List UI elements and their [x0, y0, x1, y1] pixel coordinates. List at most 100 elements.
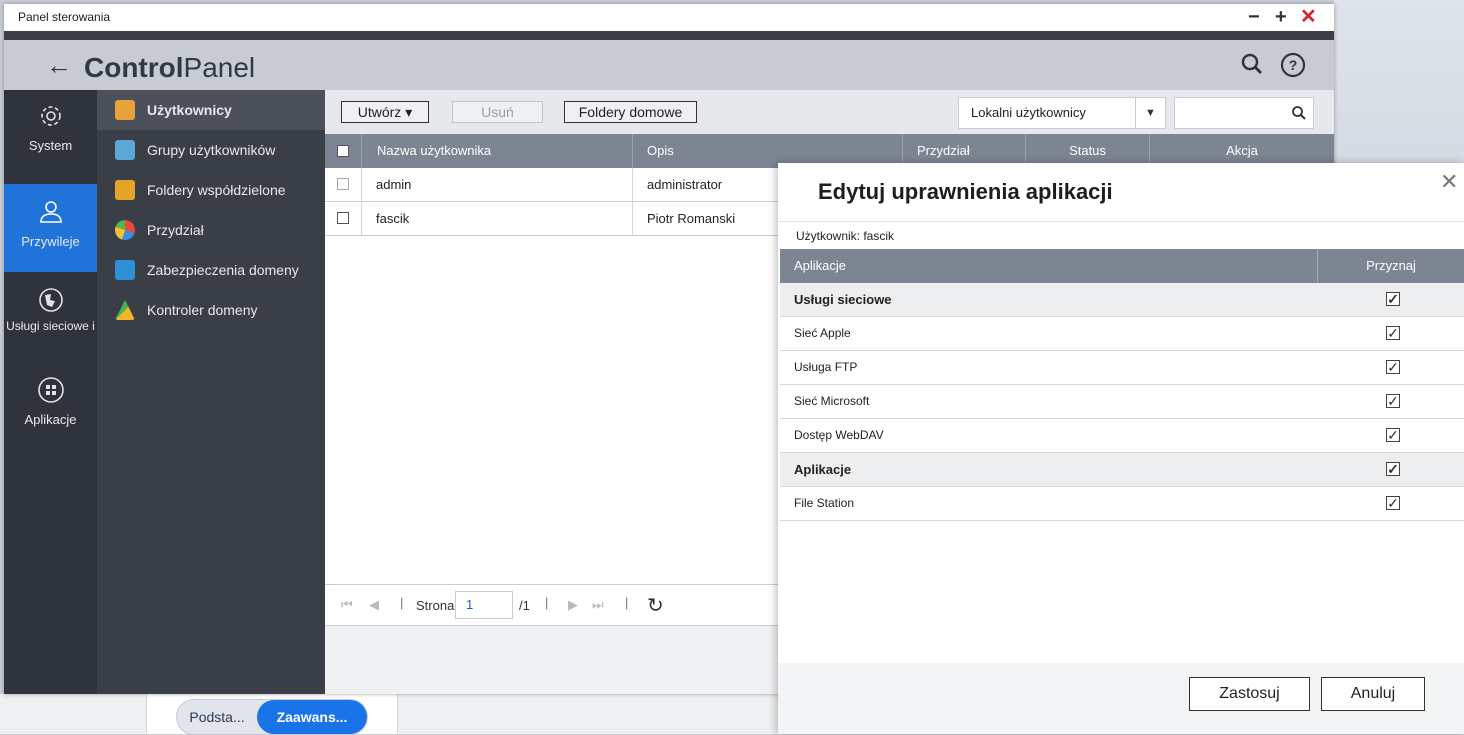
nav-item-user-groups[interactable]: Grupy użytkowników [97, 130, 325, 170]
nav-item-shared-folders[interactable]: Foldery współdzielone [97, 170, 325, 210]
nav-item-users[interactable]: Użytkownicy [97, 90, 325, 130]
search-icon[interactable] [1240, 52, 1264, 81]
basic-mode-button[interactable]: Podsta... [177, 700, 257, 734]
search-icon [1291, 105, 1307, 126]
shared-folder-icon [115, 180, 135, 200]
description-cell: administrator [647, 177, 723, 192]
nav-item-domain-security[interactable]: Zabezpieczenia domeny [97, 250, 325, 290]
edit-app-permissions-dialog: Edytuj uprawnienia aplikacji ✕ Użytkowni… [778, 163, 1464, 734]
row-label: Usługa FTP [794, 360, 858, 374]
grant-checkbox[interactable]: ✓ [1386, 360, 1400, 374]
table-footer [325, 626, 780, 694]
permission-group-row: Aplikacje ✓ [780, 453, 1464, 487]
last-page-icon[interactable]: ⏭ [592, 597, 604, 613]
row-checkbox[interactable] [337, 178, 349, 190]
domain-controller-icon [115, 300, 135, 320]
prev-page-icon[interactable]: ◀ [369, 597, 379, 613]
row-label: Aplikacje [794, 462, 852, 477]
user-type-value: Lokalni użytkownicy [971, 105, 1086, 120]
gear-icon [37, 102, 65, 130]
back-arrow-icon[interactable]: ← [46, 50, 72, 81]
grant-checkbox[interactable]: ✓ [1386, 496, 1400, 510]
rail-label: System [28, 138, 73, 153]
column-header: Aplikacje [780, 249, 1318, 283]
app-header: ← ControlPanel ? [4, 40, 1334, 90]
rail-item-system[interactable]: System [4, 102, 97, 172]
app-brand: ControlPanel [84, 52, 256, 83]
nav-label: Zabezpieczenia domeny [147, 262, 299, 278]
window-title: Panel sterowania [18, 10, 111, 24]
create-button[interactable]: Utwórz ▾ [341, 101, 429, 123]
close-icon[interactable]: ✕ [1440, 169, 1458, 195]
nav-item-quota[interactable]: Przydział [97, 210, 325, 250]
nav-label: Użytkownicy [147, 102, 232, 118]
row-label: Usługi sieciowe [794, 292, 892, 307]
row-label: Dostęp WebDAV [794, 428, 884, 442]
dialog-footer: Zastosuj Anuluj [778, 663, 1464, 734]
rail-item-privileges[interactable]: Przywileje [4, 184, 97, 272]
page-total: /1 [519, 598, 530, 613]
chevron-down-icon: ▼ [1135, 98, 1165, 128]
select-all-cell [325, 134, 362, 168]
user-icon [37, 198, 65, 226]
domain-security-icon [115, 260, 135, 280]
mode-toggle[interactable]: Podsta... Zaawans... [176, 699, 368, 735]
username-cell: fascik [362, 202, 633, 235]
dialog-title: Edytuj uprawnienia aplikacji [818, 179, 1113, 204]
minimize-icon[interactable]: − [1248, 6, 1260, 28]
grant-checkbox[interactable]: ✓ [1386, 428, 1400, 442]
advanced-mode-button[interactable]: Zaawans... [257, 700, 367, 734]
username-cell: admin [362, 168, 633, 201]
maximize-icon[interactable]: + [1275, 6, 1287, 28]
page-number-input[interactable]: 1 [455, 591, 513, 619]
permission-row: File Station ✓ [780, 487, 1464, 521]
permission-row: Sieć Microsoft ✓ [780, 385, 1464, 419]
grant-checkbox[interactable]: ✓ [1386, 394, 1400, 408]
title-bar: Panel sterowania − + ✕ [4, 4, 1334, 31]
nav-item-domain-controller[interactable]: Kontroler domeny [97, 290, 325, 330]
row-checkbox[interactable] [337, 212, 349, 224]
refresh-icon[interactable]: ↻ [647, 593, 664, 618]
user-search-input[interactable] [1174, 97, 1314, 129]
home-folders-button[interactable]: Foldery domowe [564, 101, 697, 123]
rail-item-apps[interactable]: Aplikacje [4, 376, 97, 432]
column-header: Przyznaj [1366, 258, 1416, 273]
column-header[interactable]: Nazwa użytkownika [362, 134, 633, 168]
first-page-icon[interactable]: ⏮ [341, 597, 353, 613]
rail-item-network[interactable]: Usługi sieciowe i [4, 286, 97, 356]
row-select-cell [325, 202, 362, 235]
grant-checkbox[interactable]: ✓ [1386, 292, 1400, 306]
user-group-icon [115, 140, 135, 160]
permissions-table-header: Aplikacje Przyznaj [780, 249, 1464, 283]
globe-icon [37, 286, 65, 314]
row-select-cell [325, 168, 362, 201]
row-label: File Station [794, 496, 855, 510]
apply-button[interactable]: Zastosuj [1189, 677, 1310, 711]
apps-grid-icon [37, 376, 65, 404]
description-cell: Piotr Romanski [647, 211, 736, 226]
user-type-select[interactable]: Lokalni użytkownicy ▼ [958, 97, 1166, 129]
row-label: Sieć Apple [794, 326, 851, 340]
row-label: Sieć Microsoft [794, 394, 870, 408]
next-page-icon[interactable]: ▶ [568, 597, 578, 613]
nav-label: Foldery współdzielone [147, 182, 286, 198]
grant-checkbox[interactable]: ✓ [1386, 326, 1400, 340]
nav-label: Grupy użytkowników [147, 142, 276, 158]
grant-checkbox[interactable]: ✓ [1386, 462, 1400, 476]
subcategory-nav: Użytkownicy Grupy użytkowników Foldery w… [97, 90, 325, 694]
help-icon[interactable]: ? [1280, 52, 1306, 83]
category-rail: System Przywileje Usługi sieciowe i Apli… [4, 90, 97, 694]
select-all-checkbox[interactable] [337, 145, 349, 157]
close-icon[interactable]: ✕ [1300, 6, 1317, 28]
rail-label: Aplikacje [24, 412, 77, 427]
rail-label: Usługi sieciowe i [6, 319, 95, 333]
divider: | [400, 595, 404, 610]
svg-text:?: ? [1289, 57, 1298, 73]
permission-row: Sieć Apple ✓ [780, 317, 1464, 351]
cancel-button[interactable]: Anuluj [1321, 677, 1425, 711]
permission-row: Dostęp WebDAV ✓ [780, 419, 1464, 453]
nav-label: Kontroler domeny [147, 302, 258, 318]
user-icon [115, 100, 135, 120]
delete-button[interactable]: Usuń [452, 101, 543, 123]
divider: | [545, 595, 549, 610]
